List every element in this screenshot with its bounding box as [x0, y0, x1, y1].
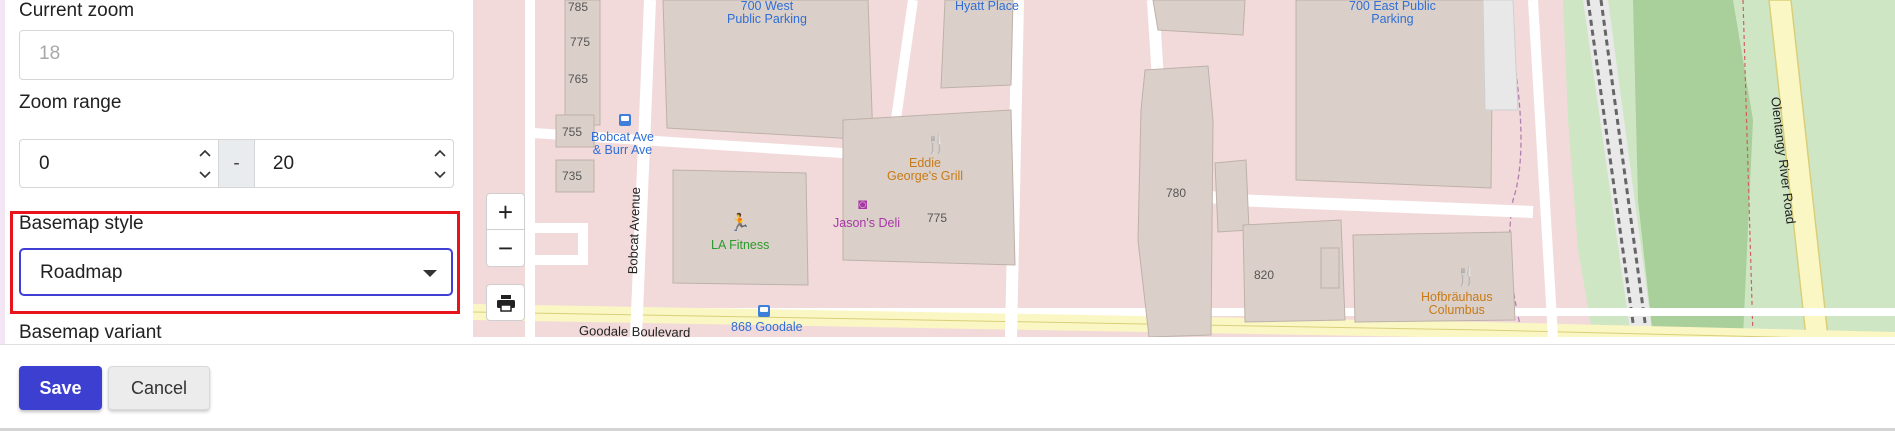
zoom-range-label: Zoom range: [19, 92, 122, 113]
zoom-max-input[interactable]: 20: [253, 140, 453, 187]
basemap-variant-label: Basemap variant: [19, 322, 162, 343]
fitness-icon[interactable]: 🏃: [729, 214, 750, 231]
restaurant-icon[interactable]: 🍴: [925, 135, 947, 153]
address-820: 820: [1254, 268, 1275, 282]
zoom-min-spinner-icon[interactable]: [198, 146, 212, 182]
bus-stop-icon[interactable]: [619, 114, 631, 126]
printer-icon: [496, 294, 515, 312]
current-zoom-field: 18: [19, 30, 454, 80]
zoom-out-button[interactable]: −: [486, 230, 525, 267]
basemap-style-select[interactable]: Roadmap: [19, 248, 453, 296]
deli-icon[interactable]: ◙: [858, 197, 867, 212]
poi-868-goodale[interactable]: 868 Goodale: [731, 321, 803, 334]
poi-eddie-georges-grill[interactable]: Eddie George's Grill: [887, 157, 963, 183]
address-775: 775: [570, 35, 591, 49]
basemap-style-value: Roadmap: [40, 262, 123, 283]
current-zoom-value: 18: [39, 43, 61, 64]
zoom-range-group: 0 - 20: [19, 139, 454, 188]
caret-down-icon: [423, 270, 437, 277]
footer-divider: [0, 344, 1895, 345]
poi-hofbrauhaus[interactable]: Hofbräuhaus Columbus: [1421, 291, 1493, 317]
street-goodale-boulevard: Goodale Boulevard: [578, 323, 691, 337]
basemap-style-label: Basemap style: [19, 213, 144, 234]
poi-bobcat-burr-stop[interactable]: Bobcat Ave & Burr Ave: [591, 131, 654, 157]
street-bobcat-avenue: Bobcat Avenue: [625, 186, 644, 275]
poi-hyatt-place[interactable]: Hyatt Place: [955, 0, 1019, 13]
zoom-min-value: 0: [39, 153, 50, 174]
panel-edge: [0, 0, 5, 344]
poi-la-fitness[interactable]: LA Fitness: [711, 239, 769, 252]
address-780: 780: [1166, 186, 1187, 200]
address-785: 785: [568, 0, 589, 14]
address-775-b: 775: [927, 211, 948, 225]
bus-stop-icon-2[interactable]: [758, 305, 770, 317]
map-base: [473, 0, 1895, 337]
settings-panel: Current zoom 18 Zoom range 0 - 20 Basema…: [0, 0, 473, 344]
zoom-min-input[interactable]: 0: [20, 140, 218, 187]
address-735: 735: [562, 169, 583, 183]
zoom-max-spinner-icon[interactable]: [433, 146, 447, 182]
poi-700-east-parking[interactable]: 700 East Public Parking: [1349, 0, 1436, 26]
save-button[interactable]: Save: [19, 366, 102, 410]
zoom-in-button[interactable]: +: [486, 193, 525, 230]
zoom-max-value: 20: [272, 153, 295, 174]
poi-700-west-parking[interactable]: 700 West Public Parking: [727, 0, 807, 26]
address-765: 765: [568, 72, 589, 86]
restaurant-icon-2[interactable]: 🍴: [1455, 267, 1477, 285]
current-zoom-label: Current zoom: [19, 0, 135, 21]
address-755: 755: [562, 125, 583, 139]
map-preview[interactable]: 700 West Public Parking Hyatt Place 700 …: [473, 0, 1895, 337]
print-button[interactable]: [486, 284, 525, 321]
poi-jasons-deli[interactable]: Jason's Deli: [833, 217, 900, 230]
cancel-button[interactable]: Cancel: [108, 366, 210, 410]
zoom-range-separator: -: [218, 140, 254, 187]
